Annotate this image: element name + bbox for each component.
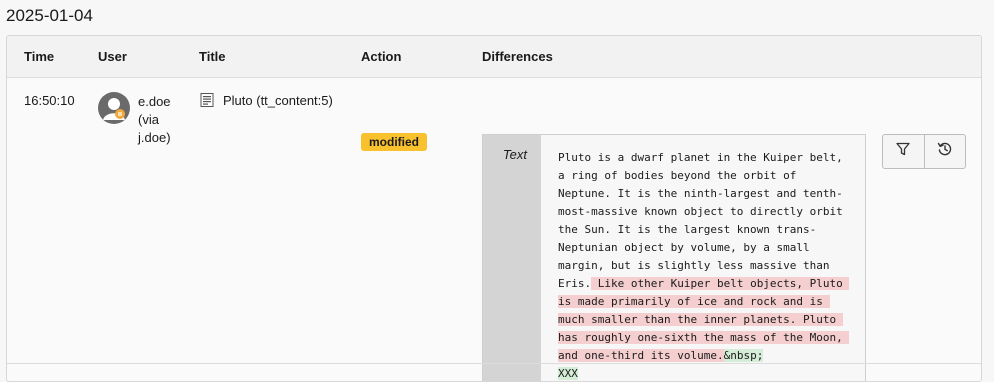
history-revert-icon: [937, 141, 953, 162]
table-header: Time User Title Action Differences: [7, 36, 981, 78]
row-actions: [882, 134, 966, 169]
column-header-differences: Differences: [482, 49, 553, 64]
revert-history-button[interactable]: [923, 135, 966, 168]
diff-panel: Text Pluto is a dwarf planet in the Kuip…: [482, 134, 866, 381]
column-header-action: Action: [361, 49, 402, 64]
action-badge: modified: [361, 133, 427, 151]
entry-time: 16:50:10: [24, 93, 75, 108]
content-record-icon: [200, 93, 214, 107]
diff-text: Pluto is a dwarf planet in the Kuiper be…: [558, 149, 853, 381]
history-table: Time User Title Action Differences 16:50…: [6, 35, 982, 382]
column-header-time: Time: [24, 49, 55, 64]
diff-deleted-text: Like other Kuiper belt objects, Pluto is…: [558, 277, 850, 362]
diff-field-label: Text: [502, 147, 527, 162]
date-heading: 2025-01-04: [6, 6, 93, 25]
user-avatar-icon: [98, 92, 130, 124]
filter-icon: [896, 142, 910, 161]
diff-unchanged-text: Pluto is a dwarf planet in the Kuiper be…: [558, 151, 850, 290]
column-header-user: User: [98, 49, 127, 64]
column-header-title: Title: [199, 49, 226, 64]
entry-title: Pluto (tt_content:5): [223, 93, 333, 108]
table-row: 16:50:10 e.doe (via j.doe) Pluto (tt_con…: [7, 78, 981, 381]
entry-user: e.doe (via j.doe): [138, 94, 171, 145]
filter-button[interactable]: [883, 135, 924, 168]
